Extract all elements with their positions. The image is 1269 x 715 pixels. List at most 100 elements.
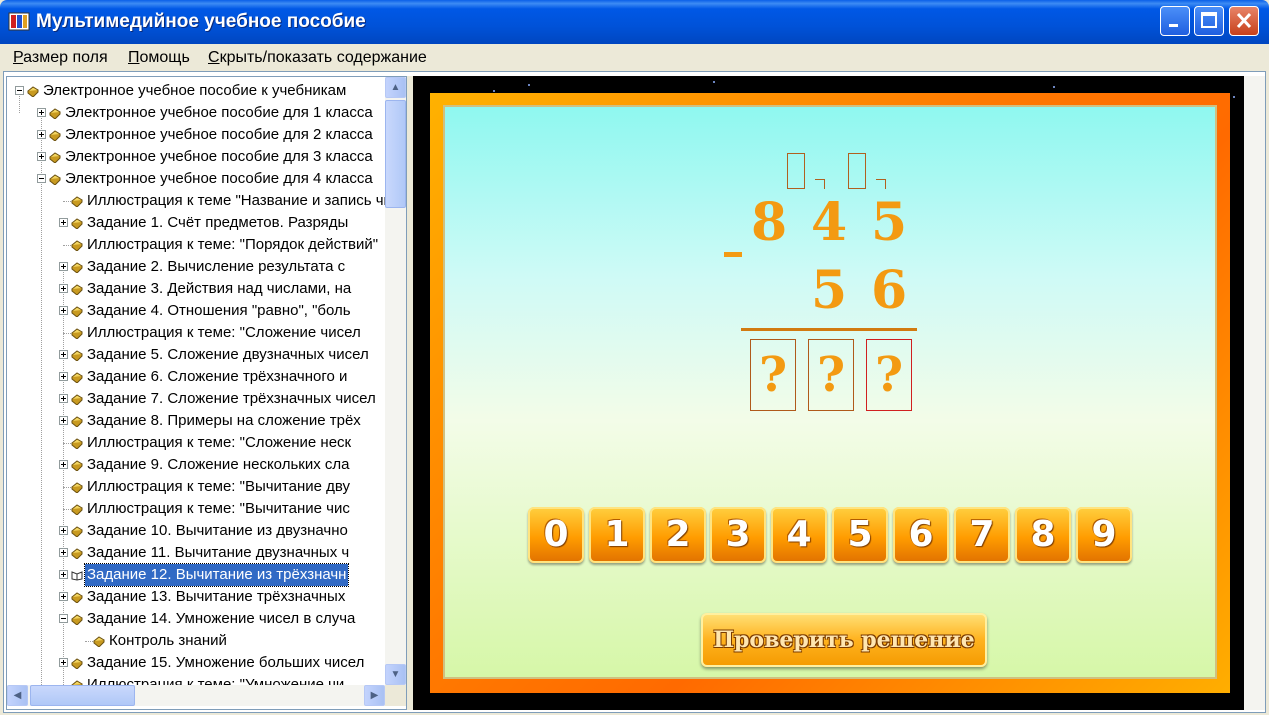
expand-icon[interactable] — [59, 416, 68, 425]
answer-box-hundreds[interactable]: ? — [750, 339, 796, 411]
tree-connector — [63, 487, 71, 488]
scroll-up-button[interactable]: ▲ — [385, 77, 406, 98]
scroll-down-button[interactable]: ▼ — [385, 664, 406, 685]
tree-item[interactable]: Иллюстрация к теме: "Порядок действий" — [7, 234, 385, 256]
tree-item[interactable]: Контроль знаний — [7, 630, 385, 652]
expand-icon[interactable] — [37, 108, 46, 117]
expand-icon[interactable] — [59, 350, 68, 359]
expand-icon[interactable] — [59, 218, 68, 227]
tree-vertical-scrollbar[interactable]: ▲ ▼ — [385, 77, 406, 685]
tree-item[interactable]: Электронное учебное пособие для 4 класса — [7, 168, 385, 190]
menu-field-size[interactable]: Размер поля — [13, 49, 108, 67]
tree-item[interactable]: Задание 12. Вычитание из трёхзначн — [7, 563, 385, 587]
tree-item-label: Задание 5. Сложение двузначных чисел — [87, 346, 369, 363]
tree-item[interactable]: Электронное учебное пособие к учебникам — [7, 80, 385, 102]
expand-icon[interactable] — [59, 592, 68, 601]
digit-button-4[interactable]: 4 — [771, 507, 827, 563]
expand-icon[interactable] — [37, 130, 46, 139]
tree-item[interactable]: Иллюстрация к теме: "Вычитание дву — [7, 476, 385, 498]
tree-item[interactable]: Задание 11. Вычитание двузначных ч — [7, 542, 385, 564]
minimize-button[interactable] — [1160, 6, 1190, 36]
book-icon — [71, 504, 83, 515]
vertical-scroll-thumb[interactable] — [385, 100, 406, 208]
subtrahend-digit-tens: 5 — [811, 260, 848, 321]
tree-item[interactable]: Иллюстрация к теме: "Сложение чисел — [7, 322, 385, 344]
expand-icon[interactable] — [59, 658, 68, 667]
expand-icon[interactable] — [37, 152, 46, 161]
digit-button-5[interactable]: 5 — [832, 507, 888, 563]
digit-button-7[interactable]: 7 — [954, 507, 1010, 563]
scroll-left-button[interactable]: ◀ — [7, 685, 28, 706]
digit-button-8[interactable]: 8 — [1015, 507, 1071, 563]
tree-item[interactable]: Иллюстрация к теме "Название и запись чи… — [7, 190, 385, 212]
expand-icon[interactable] — [59, 570, 68, 579]
tree-item-label: Задание 4. Отношения "равно", "боль — [87, 302, 351, 319]
tree-item[interactable]: Задание 4. Отношения "равно", "боль — [7, 300, 385, 322]
tree-item-label: Электронное учебное пособие для 4 класса — [65, 170, 373, 187]
expand-icon[interactable] — [59, 460, 68, 469]
tree-item[interactable]: Задание 3. Действия над числами, на — [7, 278, 385, 300]
tree-item[interactable]: Задание 1. Счёт предметов. Разряды — [7, 212, 385, 234]
book-icon — [93, 636, 105, 647]
tree-item-label: Иллюстрация к теме "Название и запись чи… — [87, 192, 385, 209]
tree-item[interactable]: Задание 9. Сложение нескольких сла — [7, 454, 385, 476]
digit-button-6[interactable]: 6 — [893, 507, 949, 563]
menu-toggle-contents-label: крыть/показать содержание — [219, 49, 427, 66]
carry-box-tens[interactable] — [848, 153, 866, 189]
stage-vertical-scrollbar[interactable] — [1244, 76, 1265, 710]
expand-icon[interactable] — [59, 284, 68, 293]
scroll-right-button[interactable]: ▶ — [364, 685, 385, 706]
menu-help-label: омощь — [139, 49, 190, 66]
tree-item[interactable]: Иллюстрация к теме: "Умножение чи — [7, 674, 385, 685]
tree-item-label: Иллюстрация к теме: "Сложение чисел — [87, 324, 361, 341]
window-title: Мультимедийное учебное пособие — [36, 11, 366, 32]
answer-box-tens[interactable]: ? — [808, 339, 854, 411]
tree-item[interactable]: Задание 13. Вычитание трёхзначных — [7, 586, 385, 608]
digit-button-2[interactable]: 2 — [650, 507, 706, 563]
tree-item[interactable]: Задание 5. Сложение двузначных чисел — [7, 344, 385, 366]
expand-icon[interactable] — [59, 526, 68, 535]
tree-item-label: Задание 15. Умножение больших чисел — [87, 654, 365, 671]
expand-icon[interactable] — [59, 372, 68, 381]
collapse-icon[interactable] — [59, 614, 68, 623]
tree-item[interactable]: Электронное учебное пособие для 1 класса — [7, 102, 385, 124]
tree-item[interactable]: Электронное учебное пособие для 3 класса — [7, 146, 385, 168]
digit-button-3[interactable]: 3 — [710, 507, 766, 563]
chevron-down-icon: ▼ — [390, 669, 401, 680]
maximize-button[interactable] — [1194, 6, 1224, 36]
tree-item-label: Задание 11. Вычитание двузначных ч — [87, 544, 350, 561]
tree-item[interactable]: Задание 15. Умножение больших чисел — [7, 652, 385, 674]
tree-item[interactable]: Задание 8. Примеры на сложение трёх — [7, 410, 385, 432]
tree-item[interactable]: Задание 2. Вычисление результата с — [7, 256, 385, 278]
carry-box-hundreds[interactable] — [787, 153, 805, 189]
menu-toggle-contents[interactable]: Скрыть/показать содержание — [208, 49, 427, 67]
title-bar[interactable]: Мультимедийное учебное пособие — [0, 0, 1269, 44]
expand-icon[interactable] — [59, 262, 68, 271]
digit-button-9[interactable]: 9 — [1076, 507, 1132, 563]
tree-item[interactable]: Электронное учебное пособие для 2 класса — [7, 124, 385, 146]
book-icon — [71, 240, 83, 251]
tree-item[interactable]: Задание 7. Сложение трёхзначных чисел — [7, 388, 385, 410]
digit-button-1[interactable]: 1 — [589, 507, 645, 563]
tree-item[interactable]: Иллюстрация к теме: "Вычитание чис — [7, 498, 385, 520]
close-button[interactable] — [1229, 6, 1259, 36]
contents-tree[interactable]: Электронное учебное пособие к учебникам Э… — [6, 76, 407, 710]
expand-icon[interactable] — [59, 548, 68, 557]
tree-item[interactable]: Задание 10. Вычитание из двузначно — [7, 520, 385, 542]
menu-help[interactable]: Помощь — [128, 49, 190, 67]
expand-icon[interactable] — [59, 306, 68, 315]
collapse-icon[interactable] — [37, 174, 46, 183]
book-icon — [49, 174, 61, 185]
book-icon — [49, 108, 61, 119]
tree-item[interactable]: Задание 6. Сложение трёхзначного и — [7, 366, 385, 388]
collapse-icon[interactable] — [15, 86, 24, 95]
expand-icon[interactable] — [59, 394, 68, 403]
tree-horizontal-scrollbar[interactable]: ◀ ▶ — [7, 685, 385, 706]
answer-box-ones[interactable]: ? — [866, 339, 912, 411]
tree-item[interactable]: Иллюстрация к теме: "Сложение неск — [7, 432, 385, 454]
tree-item[interactable]: Задание 14. Умножение чисел в случа — [7, 608, 385, 630]
tree-connector — [63, 201, 71, 202]
horizontal-scroll-thumb[interactable] — [30, 685, 135, 706]
check-solution-button[interactable]: Проверить решение — [701, 613, 987, 667]
digit-button-0[interactable]: 0 — [528, 507, 584, 563]
